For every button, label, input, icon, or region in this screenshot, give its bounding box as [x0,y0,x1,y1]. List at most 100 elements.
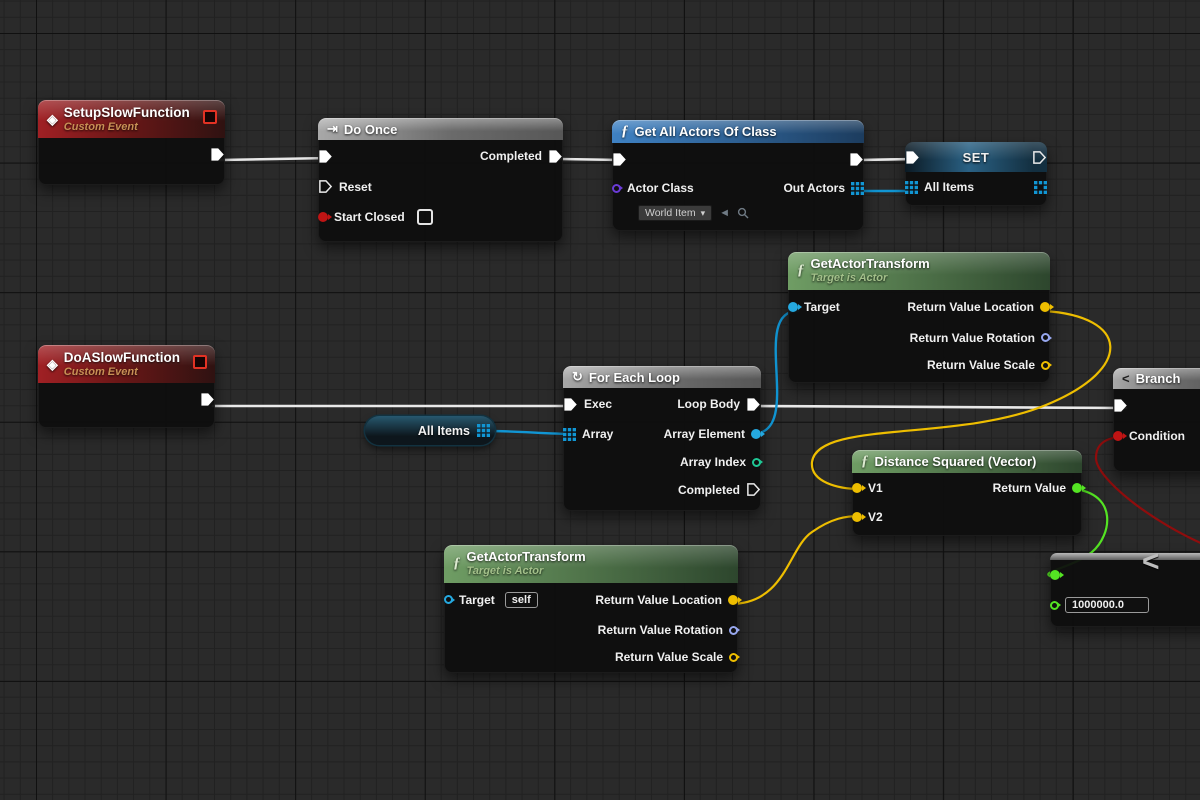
node-for-each-loop[interactable]: ↻ For Each Loop Exec Loop Body Array Arr… [563,366,761,511]
return-value-scale-pin[interactable]: Return Value Scale [615,650,738,664]
function-icon: ƒ [453,555,461,572]
target-self-literal[interactable]: self [505,592,538,608]
array-out-pin[interactable] [477,424,490,437]
all-items-array-out-pin[interactable] [1034,181,1047,194]
v1-vector-pin[interactable]: V1 [852,481,883,495]
completed-exec-out[interactable]: Completed [678,482,761,497]
return-value-location-pin[interactable]: Return Value Location [595,593,738,607]
exec-in-pin[interactable]: Exec [563,397,612,412]
exec-in-pin[interactable] [612,152,627,167]
loop-icon: ↻ [572,369,583,385]
node-title: Branch [1136,371,1181,386]
pin-label: Return Value [993,481,1066,495]
node-title: SET [963,150,990,165]
start-closed-checkbox[interactable] [417,209,433,225]
return-value-location-pin[interactable]: Return Value Location [907,300,1050,314]
node-subtitle: Custom Event [64,121,190,134]
return-value-float-pin[interactable]: Return Value [993,481,1082,495]
node-setup-slow-function[interactable]: ◈ SetupSlowFunction Custom Event [38,100,225,185]
node-get-actor-transform-top[interactable]: ƒ GetActorTransform Target is Actor Targ… [788,252,1050,383]
browse-search-icon[interactable] [737,207,749,219]
actor-class-pin[interactable]: Actor Class [612,181,694,195]
start-closed-bool-pin[interactable]: Start Closed [318,209,433,225]
node-top-edge[interactable] [1050,553,1200,560]
return-value-scale-pin[interactable]: Return Value Scale [927,358,1050,372]
blueprint-canvas[interactable]: ◈ SetupSlowFunction Custom Event ⇥ Do On… [0,0,1200,800]
pin-label: Return Value Rotation [598,623,723,637]
pin-label: Start Closed [334,210,405,224]
node-header[interactable]: ◈ SetupSlowFunction Custom Event [38,100,225,138]
pin-label: Array [582,427,613,441]
node-subtitle: Target is Actor [467,565,586,578]
node-title: GetActorTransform [467,550,586,565]
pin-label: Out Actors [783,181,845,195]
node-do-once[interactable]: ⇥ Do Once Completed Reset Start Closed [318,118,563,242]
return-value-rotation-pin[interactable]: Return Value Rotation [910,331,1050,345]
exec-in-pin[interactable] [318,149,333,164]
wire-exec-setup-to-doonce [220,158,330,160]
chevron-down-icon: ▾ [701,208,706,219]
pin-label: Return Value Location [907,300,1034,314]
exec-out-pin[interactable] [1032,150,1047,165]
delegate-pin[interactable] [193,355,207,369]
delegate-pin[interactable] [203,110,217,124]
float-literal-input[interactable] [1065,597,1149,613]
target-object-pin[interactable]: Target self [444,592,538,608]
node-header[interactable]: ↻ For Each Loop [563,366,761,388]
reset-exec-in[interactable]: Reset [318,179,372,194]
actor-class-dropdown[interactable]: World Item ▾ [638,205,712,221]
float-in-b-pin[interactable] [1050,597,1149,613]
array-in-pin[interactable]: Array [563,427,613,441]
node-all-items-variable[interactable]: All Items [365,416,495,445]
node-header[interactable]: < Branch [1113,368,1200,389]
node-header[interactable]: ƒ Distance Squared (Vector) [852,450,1082,473]
node-title: Distance Squared (Vector) [875,454,1037,469]
node-distance-squared-vector[interactable]: ƒ Distance Squared (Vector) V1 Return Va… [852,450,1082,536]
node-branch[interactable]: < Branch Condition [1113,368,1200,472]
node-header[interactable]: SET [905,142,1047,172]
loop-body-exec-out[interactable]: Loop Body [677,397,761,412]
exec-in-pin[interactable] [1113,398,1128,413]
all-items-array-in-pin[interactable]: All Items [905,180,974,194]
exec-out-pin[interactable] [210,147,225,162]
node-get-all-actors-of-class[interactable]: ƒ Get All Actors Of Class Actor Class Ou… [612,120,864,231]
node-title: For Each Loop [589,370,680,385]
node-header[interactable]: ƒ GetActorTransform Target is Actor [444,545,738,583]
node-do-a-slow-function[interactable]: ◈ DoASlowFunction Custom Event [38,345,215,428]
node-header[interactable]: ⇥ Do Once [318,118,563,140]
pin-label: Target [804,300,840,314]
node-header[interactable]: ◈ DoASlowFunction Custom Event [38,345,215,383]
use-selected-arrow-icon[interactable]: ◄ [719,207,730,219]
pin-label: Reset [339,180,372,194]
node-header[interactable]: ƒ Get All Actors Of Class [612,120,864,143]
node-title: DoASlowFunction [64,350,180,366]
target-object-pin[interactable]: Target [788,300,840,314]
node-get-actor-transform-bottom[interactable]: ƒ GetActorTransform Target is Actor Targ… [444,545,738,673]
function-icon: ƒ [861,453,869,470]
node-title: GetActorTransform [811,257,930,272]
out-actors-array-pin[interactable]: Out Actors [783,181,864,195]
branch-icon: < [1122,371,1130,386]
node-set-all-items[interactable]: SET All Items [905,142,1047,206]
pin-label: Return Value Location [595,593,722,607]
array-element-pin[interactable]: Array Element [664,427,761,441]
condition-bool-pin[interactable]: Condition [1113,429,1185,443]
exec-in-pin[interactable] [905,150,920,165]
custom-event-icon: ◈ [47,356,58,373]
node-less-than-float[interactable]: < [1050,553,1200,627]
return-value-rotation-pin[interactable]: Return Value Rotation [598,623,738,637]
node-subtitle: Target is Actor [811,272,930,285]
pin-label: Actor Class [627,181,694,195]
pin-label: Exec [584,397,612,411]
node-subtitle: Custom Event [64,366,180,379]
v2-vector-pin[interactable]: V2 [852,510,883,524]
pin-label: Condition [1129,429,1185,443]
exec-out-pin[interactable] [849,152,864,167]
node-title: SetupSlowFunction [64,105,190,121]
pin-label: Return Value Rotation [910,331,1035,345]
node-header[interactable]: ƒ GetActorTransform Target is Actor [788,252,1050,290]
array-index-pin[interactable]: Array Index [680,455,761,469]
completed-exec-out[interactable]: Completed [480,149,563,164]
float-in-a-pin[interactable] [1050,570,1060,580]
exec-out-pin[interactable] [200,392,215,407]
